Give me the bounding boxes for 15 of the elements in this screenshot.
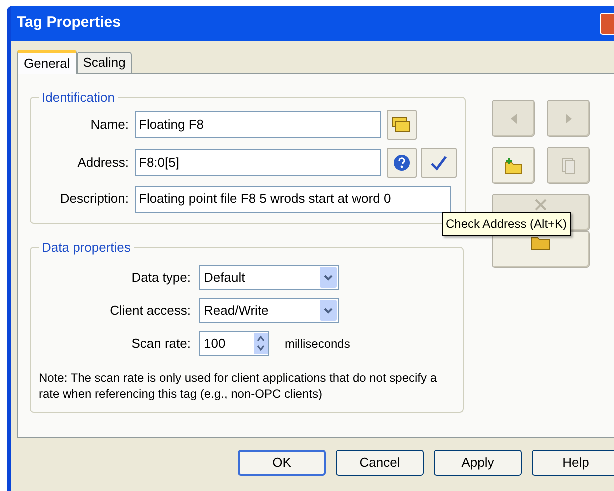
field-label: Description: bbox=[59, 190, 129, 208]
spinner-value: 100 bbox=[203, 334, 227, 353]
field-label: Name: bbox=[90, 116, 129, 134]
field-label: Scan rate: bbox=[130, 334, 191, 353]
group-title: Data properties bbox=[41, 238, 132, 257]
combo-value: Default bbox=[203, 268, 246, 287]
note-text: Note: The scan rate is only used for client applications that do not specify a rate when referencing this tag (e.g., non-OPC clients) bbox=[39, 370, 438, 402]
tooltip: Check Address (Alt+K) bbox=[442, 212, 572, 236]
combo-value: Read/Write bbox=[203, 302, 270, 320]
window-title: Tag Properties bbox=[16, 13, 121, 34]
field-label: Client access: bbox=[109, 302, 191, 320]
field-label: Data type: bbox=[130, 268, 191, 287]
unit-label: milliseconds bbox=[285, 336, 350, 352]
field-label: Address: bbox=[76, 154, 129, 172]
group-title: Identification bbox=[41, 89, 116, 107]
